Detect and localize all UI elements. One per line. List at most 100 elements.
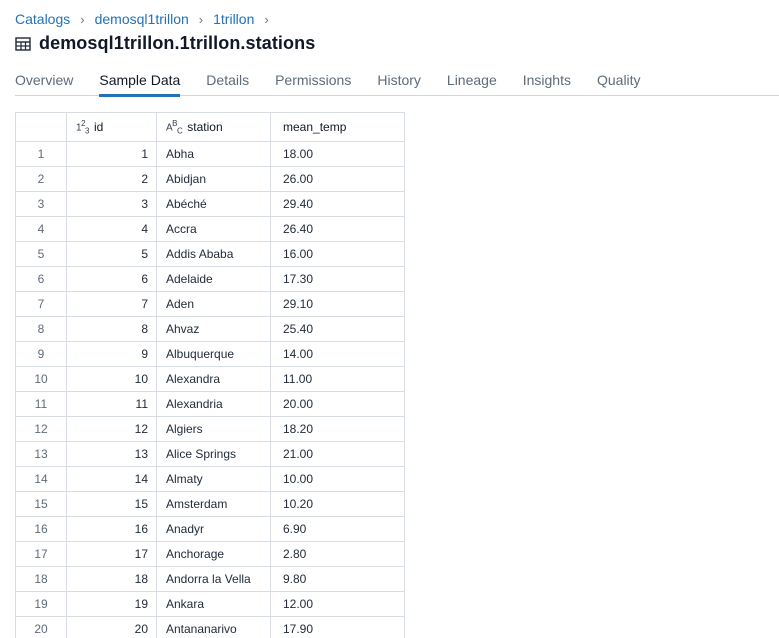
id-cell: 6 bbox=[66, 266, 157, 292]
id-cell: 5 bbox=[66, 241, 157, 267]
table-body: 1 1 Abha 18.00 2 2 Abidjan 26.00 3 3 Abéché 29.40 4 4… bbox=[15, 141, 405, 638]
breadcrumb-schema[interactable]: 1trillon bbox=[213, 11, 254, 27]
table-row: 5 5 Addis Ababa 16.00 bbox=[15, 241, 405, 267]
station-cell: Adelaide bbox=[156, 266, 271, 292]
station-cell: Antananarivo bbox=[156, 616, 271, 638]
breadcrumb: Catalogs › demosql1trillon › 1trillon › bbox=[15, 11, 279, 27]
table-row: 2 2 Abidjan 26.00 bbox=[15, 166, 405, 192]
mean-temp-cell: 29.40 bbox=[270, 191, 405, 217]
station-cell: Almaty bbox=[156, 466, 271, 492]
page: Catalogs › demosql1trillon › 1trillon › … bbox=[0, 0, 779, 638]
id-cell: 8 bbox=[66, 316, 157, 342]
row-number-cell: 9 bbox=[15, 341, 67, 367]
mean-temp-cell: 18.20 bbox=[270, 416, 405, 442]
row-number-cell: 7 bbox=[15, 291, 67, 317]
row-number-cell: 5 bbox=[15, 241, 67, 267]
mean-temp-cell: 26.00 bbox=[270, 166, 405, 192]
station-cell: Abha bbox=[156, 141, 271, 167]
tab-bar: Overview Sample Data Details Permissions… bbox=[15, 72, 779, 97]
mean-temp-cell: 26.40 bbox=[270, 216, 405, 242]
row-number-cell: 17 bbox=[15, 541, 67, 567]
row-number-header bbox=[15, 112, 67, 142]
string-type-icon: ABC bbox=[166, 118, 183, 136]
station-cell: Ahvaz bbox=[156, 316, 271, 342]
row-number-cell: 12 bbox=[15, 416, 67, 442]
mean-temp-cell: 10.20 bbox=[270, 491, 405, 517]
column-header-mean-temp[interactable]: mean_temp bbox=[270, 112, 405, 142]
tab-insights[interactable]: Insights bbox=[523, 72, 571, 96]
tab-details[interactable]: Details bbox=[206, 72, 249, 96]
table-header-row: 123 id ABC station mean_temp bbox=[15, 112, 405, 142]
table-row: 11 11 Alexandria 20.00 bbox=[15, 391, 405, 417]
id-cell: 16 bbox=[66, 516, 157, 542]
station-cell: Anchorage bbox=[156, 541, 271, 567]
mean-temp-cell: 17.90 bbox=[270, 616, 405, 638]
id-cell: 4 bbox=[66, 216, 157, 242]
column-header-id[interactable]: 123 id bbox=[66, 112, 157, 142]
id-cell: 15 bbox=[66, 491, 157, 517]
table-row: 7 7 Aden 29.10 bbox=[15, 291, 405, 317]
table-row: 12 12 Algiers 18.20 bbox=[15, 416, 405, 442]
column-header-label: id bbox=[93, 119, 104, 134]
station-cell: Alexandra bbox=[156, 366, 271, 392]
id-cell: 2 bbox=[66, 166, 157, 192]
mean-temp-cell: 20.00 bbox=[270, 391, 405, 417]
row-number-cell: 11 bbox=[15, 391, 67, 417]
tab-history[interactable]: History bbox=[377, 72, 421, 96]
mean-temp-cell: 12.00 bbox=[270, 591, 405, 617]
table-row: 3 3 Abéché 29.40 bbox=[15, 191, 405, 217]
row-number-cell: 19 bbox=[15, 591, 67, 617]
column-header-station[interactable]: ABC station bbox=[156, 112, 271, 142]
table-row: 17 17 Anchorage 2.80 bbox=[15, 541, 405, 567]
row-number-cell: 10 bbox=[15, 366, 67, 392]
tab-lineage[interactable]: Lineage bbox=[447, 72, 497, 96]
page-title: demosql1trillon.1trillon.stations bbox=[39, 33, 316, 53]
station-cell: Alexandria bbox=[156, 391, 271, 417]
id-cell: 9 bbox=[66, 341, 157, 367]
id-cell: 12 bbox=[66, 416, 157, 442]
tab-sample-data[interactable]: Sample Data bbox=[99, 72, 180, 97]
row-number-cell: 20 bbox=[15, 616, 67, 638]
column-header-label: mean_temp bbox=[283, 120, 347, 134]
breadcrumb-catalog[interactable]: demosql1trillon bbox=[95, 11, 189, 27]
table-row: 19 19 Ankara 12.00 bbox=[15, 591, 405, 617]
mean-temp-cell: 17.30 bbox=[270, 266, 405, 292]
row-number-cell: 4 bbox=[15, 216, 67, 242]
mean-temp-cell: 18.00 bbox=[270, 141, 405, 167]
table-row: 8 8 Ahvaz 25.40 bbox=[15, 316, 405, 342]
station-cell: Albuquerque bbox=[156, 341, 271, 367]
row-number-cell: 15 bbox=[15, 491, 67, 517]
tab-overview[interactable]: Overview bbox=[15, 72, 73, 96]
sample-data-table: 123 id ABC station mean_temp 1 1 Abha 18… bbox=[15, 112, 405, 638]
id-cell: 19 bbox=[66, 591, 157, 617]
integer-type-icon: 123 bbox=[76, 118, 89, 136]
station-cell: Ankara bbox=[156, 591, 271, 617]
row-number-cell: 6 bbox=[15, 266, 67, 292]
row-number-cell: 2 bbox=[15, 166, 67, 192]
mean-temp-cell: 11.00 bbox=[270, 366, 405, 392]
table-icon bbox=[15, 36, 31, 51]
table-row: 1 1 Abha 18.00 bbox=[15, 141, 405, 167]
table-row: 15 15 Amsterdam 10.20 bbox=[15, 491, 405, 517]
tab-quality[interactable]: Quality bbox=[597, 72, 641, 96]
id-cell: 20 bbox=[66, 616, 157, 638]
station-cell: Abéché bbox=[156, 191, 271, 217]
breadcrumb-catalogs[interactable]: Catalogs bbox=[15, 11, 70, 27]
chevron-right-icon: › bbox=[80, 11, 85, 27]
station-cell: Addis Ababa bbox=[156, 241, 271, 267]
title-row: demosql1trillon.1trillon.stations bbox=[15, 33, 315, 54]
id-cell: 14 bbox=[66, 466, 157, 492]
id-cell: 7 bbox=[66, 291, 157, 317]
mean-temp-cell: 6.90 bbox=[270, 516, 405, 542]
column-header-label: station bbox=[187, 119, 223, 134]
row-number-cell: 16 bbox=[15, 516, 67, 542]
mean-temp-cell: 9.80 bbox=[270, 566, 405, 592]
station-cell: Abidjan bbox=[156, 166, 271, 192]
table-row: 20 20 Antananarivo 17.90 bbox=[15, 616, 405, 638]
mean-temp-cell: 16.00 bbox=[270, 241, 405, 267]
station-cell: Algiers bbox=[156, 416, 271, 442]
station-cell: Aden bbox=[156, 291, 271, 317]
id-cell: 17 bbox=[66, 541, 157, 567]
tab-permissions[interactable]: Permissions bbox=[275, 72, 351, 96]
id-cell: 13 bbox=[66, 441, 157, 467]
